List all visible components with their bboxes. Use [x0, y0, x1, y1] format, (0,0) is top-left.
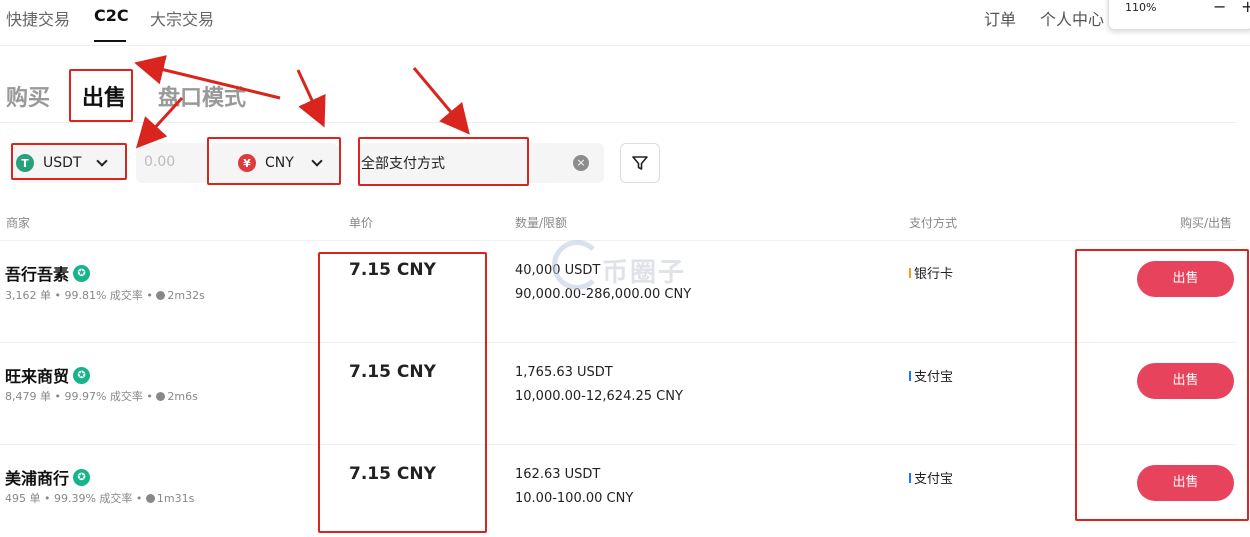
payment-method-text: 银行卡 [914, 267, 954, 282]
fiat-select[interactable]: ¥ CNY [210, 143, 338, 183]
completion-rate: 99.81% 成交率 [64, 289, 143, 302]
tab-active-underline [94, 40, 126, 42]
payment-method-text: 支付宝 [914, 472, 954, 487]
order-limit: 10.00-100.00 CNY [515, 491, 634, 506]
fiat-select-label: CNY [265, 155, 294, 171]
available-quantity: 1,765.63 USDT [515, 365, 613, 380]
payment-method: 支付宝 [909, 366, 953, 385]
crypto-select[interactable]: T USDT [14, 143, 124, 183]
watermark: 币圈子 [552, 238, 702, 298]
zoom-level: 110% [1125, 1, 1157, 14]
merchant-name[interactable]: 旺来商贸 ✪ [5, 363, 91, 387]
merchant-stats: 3,162 单 • 99.81% 成交率 • 2m32s [5, 289, 205, 302]
verified-icon: ✪ [73, 366, 91, 384]
payment-method-select[interactable]: 全部支付方式 [358, 143, 604, 183]
filter-button[interactable] [620, 143, 660, 183]
watermark-logo-icon [552, 240, 602, 290]
clock-icon [156, 392, 166, 401]
tab-quick-trade[interactable]: 快捷交易 [6, 6, 70, 30]
top-nav: 快捷交易 C2C 大宗交易 订单 个人中心 [0, 0, 1250, 46]
payment-method-text: 支付宝 [914, 370, 954, 385]
merchant-name-text: 吾行吾素 [5, 265, 70, 284]
completion-rate: 99.97% 成交率 [64, 390, 143, 403]
header-quantity-limit: 数量/限额 [515, 216, 568, 230]
orders-link[interactable]: 订单 [984, 6, 1016, 30]
header-payment: 支付方式 [909, 216, 958, 230]
header-merchant: 商家 [6, 216, 31, 230]
order-count: 495 单 [5, 492, 41, 505]
annotation-box [318, 252, 487, 533]
merchant-stats: 8,479 单 • 99.97% 成交率 • 2m6s [5, 390, 198, 403]
mode-order-book[interactable]: 盘口模式 [158, 80, 246, 112]
avg-release-time: 1m31s [156, 492, 195, 505]
payment-method: 银行卡 [909, 263, 953, 282]
payment-method: 支付宝 [909, 468, 953, 487]
usdt-icon: T [16, 154, 34, 172]
merchant-name-text: 旺来商贸 [5, 367, 70, 386]
unit-price: 7.15 CNY [349, 464, 436, 484]
verified-icon: ✪ [73, 264, 91, 282]
divider [0, 342, 1236, 343]
zoom-out-button[interactable]: − [1213, 0, 1226, 16]
divider [0, 444, 1236, 445]
mode-sell[interactable]: 出售 [82, 80, 126, 112]
order-count: 8,479 单 [5, 390, 51, 403]
sell-button[interactable]: 出售 [1137, 363, 1234, 399]
divider [0, 122, 1236, 123]
available-quantity: 162.63 USDT [515, 467, 601, 482]
user-center-link[interactable]: 个人中心 [1040, 6, 1104, 30]
mode-buy[interactable]: 购买 [6, 80, 50, 112]
tab-block-trade[interactable]: 大宗交易 [150, 6, 214, 30]
verified-icon: ✪ [73, 468, 91, 486]
sell-button[interactable]: 出售 [1137, 261, 1234, 297]
clear-icon[interactable]: × [573, 155, 589, 171]
clock-icon [145, 494, 155, 503]
merchant-name[interactable]: 吾行吾素 ✪ [5, 261, 91, 285]
amount-input[interactable]: 0.00 [136, 143, 208, 183]
order-limit: 10,000.00-12,624.25 CNY [515, 389, 683, 404]
payment-tag-icon [909, 267, 911, 278]
crypto-select-label: USDT [43, 155, 82, 171]
payment-tag-icon [909, 472, 911, 483]
clock-icon [156, 291, 166, 300]
order-count: 3,162 单 [5, 289, 51, 302]
watermark-text: 币圈子 [602, 258, 687, 288]
sell-button[interactable]: 出售 [1137, 465, 1234, 501]
merchant-name[interactable]: 美浦商行 ✪ [5, 465, 91, 489]
annotation-arrow [412, 67, 470, 135]
cny-icon: ¥ [238, 154, 256, 172]
payment-tag-icon [909, 370, 911, 381]
avg-release-time: 2m32s [167, 289, 205, 302]
avg-release-time: 2m6s [167, 390, 198, 403]
header-price: 单价 [349, 216, 374, 230]
payment-method-label: 全部支付方式 [361, 156, 445, 172]
chevron-down-icon [311, 154, 323, 167]
tab-c2c[interactable]: C2C [94, 6, 129, 25]
chevron-down-icon [96, 154, 109, 167]
unit-price: 7.15 CNY [349, 362, 436, 382]
filter-icon [632, 156, 648, 170]
merchant-stats: 495 单 • 99.39% 成交率 • 1m31s [5, 492, 195, 505]
header-action: 购买/出售 [1180, 216, 1233, 230]
zoom-in-button[interactable]: + [1241, 0, 1250, 16]
merchant-name-text: 美浦商行 [5, 469, 70, 488]
zoom-popup: 110% − + [1108, 0, 1250, 30]
unit-price: 7.15 CNY [349, 260, 436, 280]
completion-rate: 99.39% 成交率 [53, 492, 133, 505]
annotation-arrow [296, 69, 326, 128]
